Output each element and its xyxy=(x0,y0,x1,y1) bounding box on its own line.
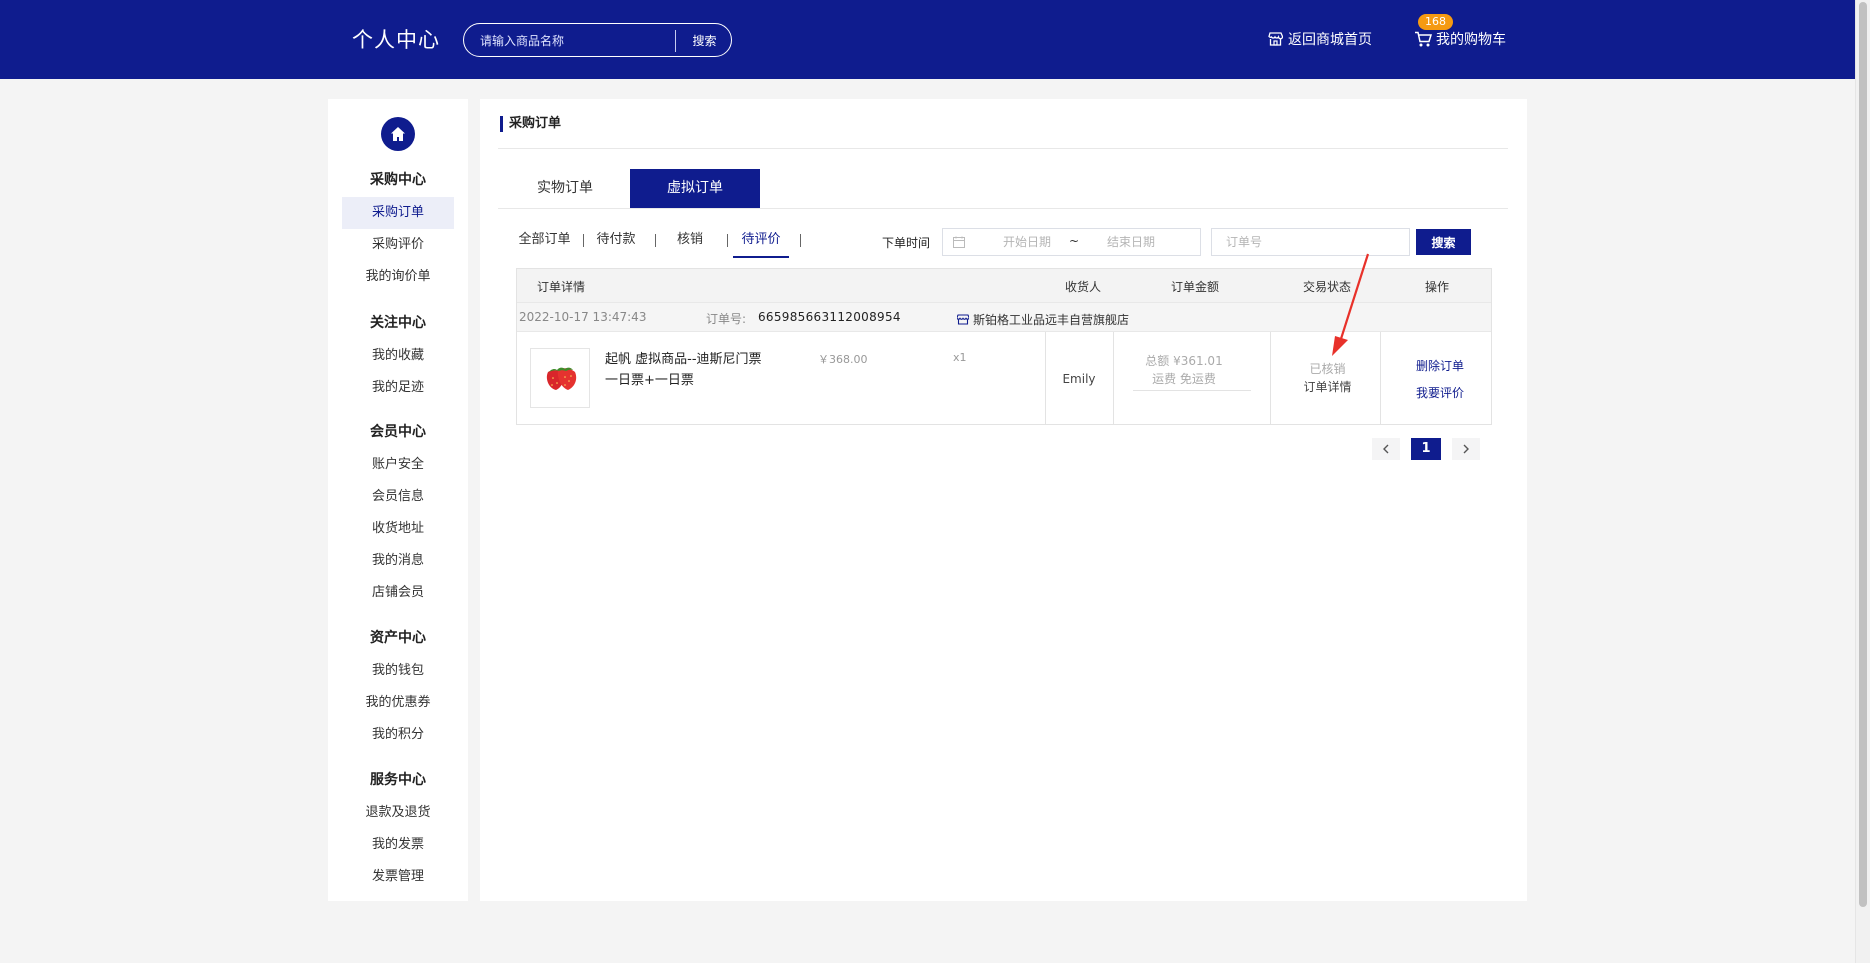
sidebar-item-messages[interactable]: 我的消息 xyxy=(342,545,454,577)
order-detail-link[interactable]: 订单详情 xyxy=(1275,378,1380,395)
cart-count-badge: 168 xyxy=(1418,14,1453,30)
product-image[interactable] xyxy=(530,348,590,408)
shop-link[interactable]: 斯铂格工业品远丰自营旗舰店 xyxy=(957,311,1129,328)
search-divider xyxy=(675,30,676,52)
filter-tab-unpaid[interactable]: 待付款 xyxy=(595,232,637,258)
divider xyxy=(1270,332,1271,424)
order-total: 总额 ¥361.01 xyxy=(1145,354,1223,368)
divider xyxy=(1113,332,1114,424)
divider xyxy=(655,234,656,247)
end-date-input[interactable] xyxy=(1091,234,1171,250)
cart-link[interactable]: 我的购物车 xyxy=(1414,29,1506,49)
top-header: 个人中心 搜索 返回商城首页 我的购物车 168 xyxy=(0,0,1855,79)
order-number: 665985663112008954 xyxy=(758,310,901,324)
pagination-prev-button[interactable] xyxy=(1372,438,1400,460)
order-status: 已核销 xyxy=(1309,362,1346,376)
date-separator: ~ xyxy=(1069,234,1080,248)
nav-group-title: 关注中心 xyxy=(370,315,426,331)
filter-tab-pending-review[interactable]: 待评价 xyxy=(733,232,789,258)
cart-icon xyxy=(1415,31,1432,46)
product-name[interactable]: 起帆 虚拟商品--迪斯尼门票 一日票+一日票 xyxy=(605,349,765,391)
avatar[interactable] xyxy=(381,117,415,151)
sidebar-item-wallet[interactable]: 我的钱包 xyxy=(342,655,454,687)
divider xyxy=(498,208,1508,209)
page-scrollbar[interactable] xyxy=(1855,0,1870,963)
main-panel: 采购订单 实物订单 虚拟订单 全部订单 待付款 核销 待评价 下单时间 ~ 搜索… xyxy=(480,99,1527,901)
sidebar-item-purchase-reviews[interactable]: 采购评价 xyxy=(342,229,454,261)
nav-group-title: 资产中心 xyxy=(370,630,426,646)
sidebar-item-invoices[interactable]: 我的发票 xyxy=(342,829,454,861)
receiver-name: Emily xyxy=(1062,372,1096,386)
sidebar-item-coupons[interactable]: 我的优惠券 xyxy=(342,687,454,719)
tab-physical-orders[interactable]: 实物订单 xyxy=(500,169,630,208)
nav-group-title: 服务中心 xyxy=(370,772,426,788)
chevron-left-icon xyxy=(1383,444,1389,454)
sidebar-item-store-membership[interactable]: 店铺会员 xyxy=(342,577,454,609)
divider xyxy=(583,234,584,247)
divider xyxy=(1380,332,1381,424)
search-input[interactable] xyxy=(480,32,660,50)
tab-virtual-orders[interactable]: 虚拟订单 xyxy=(630,169,760,208)
order-number-input[interactable] xyxy=(1211,228,1410,256)
filter-tab-all[interactable]: 全部订单 xyxy=(517,232,572,258)
scroll-thumb[interactable] xyxy=(1859,2,1867,907)
store-icon xyxy=(1268,32,1283,46)
home-link[interactable]: 返回商城首页 xyxy=(1268,29,1372,49)
home-icon xyxy=(391,127,405,141)
product-quantity: x1 xyxy=(953,351,967,364)
divider xyxy=(498,148,1508,149)
pagination-page-1[interactable]: 1 xyxy=(1411,438,1441,460)
annotation-arrow-icon xyxy=(1332,253,1370,356)
shipping-fee: 运费 免运费 xyxy=(1152,372,1216,386)
shop-name: 斯铂格工业品远丰自营旗舰店 xyxy=(973,313,1130,327)
calendar-icon xyxy=(953,236,965,248)
write-review-link[interactable]: 我要评价 xyxy=(1387,384,1493,401)
sidebar-item-refunds[interactable]: 退款及退货 xyxy=(342,797,454,829)
start-date-input[interactable] xyxy=(987,234,1067,250)
sidebar-item-favorites[interactable]: 我的收藏 xyxy=(342,340,454,372)
shop-icon xyxy=(957,314,969,325)
nav-group-title: 采购中心 xyxy=(370,172,426,188)
sidebar-item-inquiries[interactable]: 我的询价单 xyxy=(342,261,454,293)
divider xyxy=(727,234,728,247)
order-search-button[interactable]: 搜索 xyxy=(1416,229,1471,255)
page-title: 个人中心 xyxy=(352,28,440,52)
column-header: 订单详情 xyxy=(537,280,586,294)
section-title: 采购订单 xyxy=(500,116,561,132)
search-button[interactable]: 搜索 xyxy=(677,24,732,56)
column-header: 操作 xyxy=(1425,280,1450,294)
divider xyxy=(1133,390,1251,391)
column-header: 订单金额 xyxy=(1171,280,1220,294)
column-header: 收货人 xyxy=(1065,280,1102,294)
sidebar: 采购中心 采购订单 采购评价 我的询价单 关注中心 我的收藏 我的足迹 会员中心… xyxy=(328,99,468,901)
product-price: ￥368.00 xyxy=(818,353,868,366)
date-range-picker[interactable]: ~ xyxy=(942,228,1201,256)
date-label: 下单时间 xyxy=(882,236,931,250)
order-time: 2022-10-17 13:47:43 xyxy=(519,310,647,324)
chevron-right-icon xyxy=(1463,444,1469,454)
sidebar-item-member-info[interactable]: 会员信息 xyxy=(342,481,454,513)
sidebar-item-points[interactable]: 我的积分 xyxy=(342,719,454,751)
order-number-label: 订单号: xyxy=(706,312,747,326)
pagination-next-button[interactable] xyxy=(1452,438,1480,460)
filter-tab-verification[interactable]: 核销 xyxy=(675,232,705,258)
sidebar-item-purchase-orders[interactable]: 采购订单 xyxy=(342,197,454,229)
home-link-label: 返回商城首页 xyxy=(1288,32,1372,48)
divider xyxy=(800,234,801,247)
sidebar-item-account-security[interactable]: 账户安全 xyxy=(342,449,454,481)
nav-group-title: 会员中心 xyxy=(370,424,426,440)
sidebar-item-addresses[interactable]: 收货地址 xyxy=(342,513,454,545)
delete-order-link[interactable]: 删除订单 xyxy=(1387,357,1493,374)
sidebar-item-invoice-management[interactable]: 发票管理 xyxy=(342,861,454,893)
cart-label: 我的购物车 xyxy=(1436,32,1506,48)
strawberry-icon xyxy=(546,367,577,390)
sidebar-item-history[interactable]: 我的足迹 xyxy=(342,372,454,404)
search-bar: 搜索 xyxy=(463,23,732,57)
